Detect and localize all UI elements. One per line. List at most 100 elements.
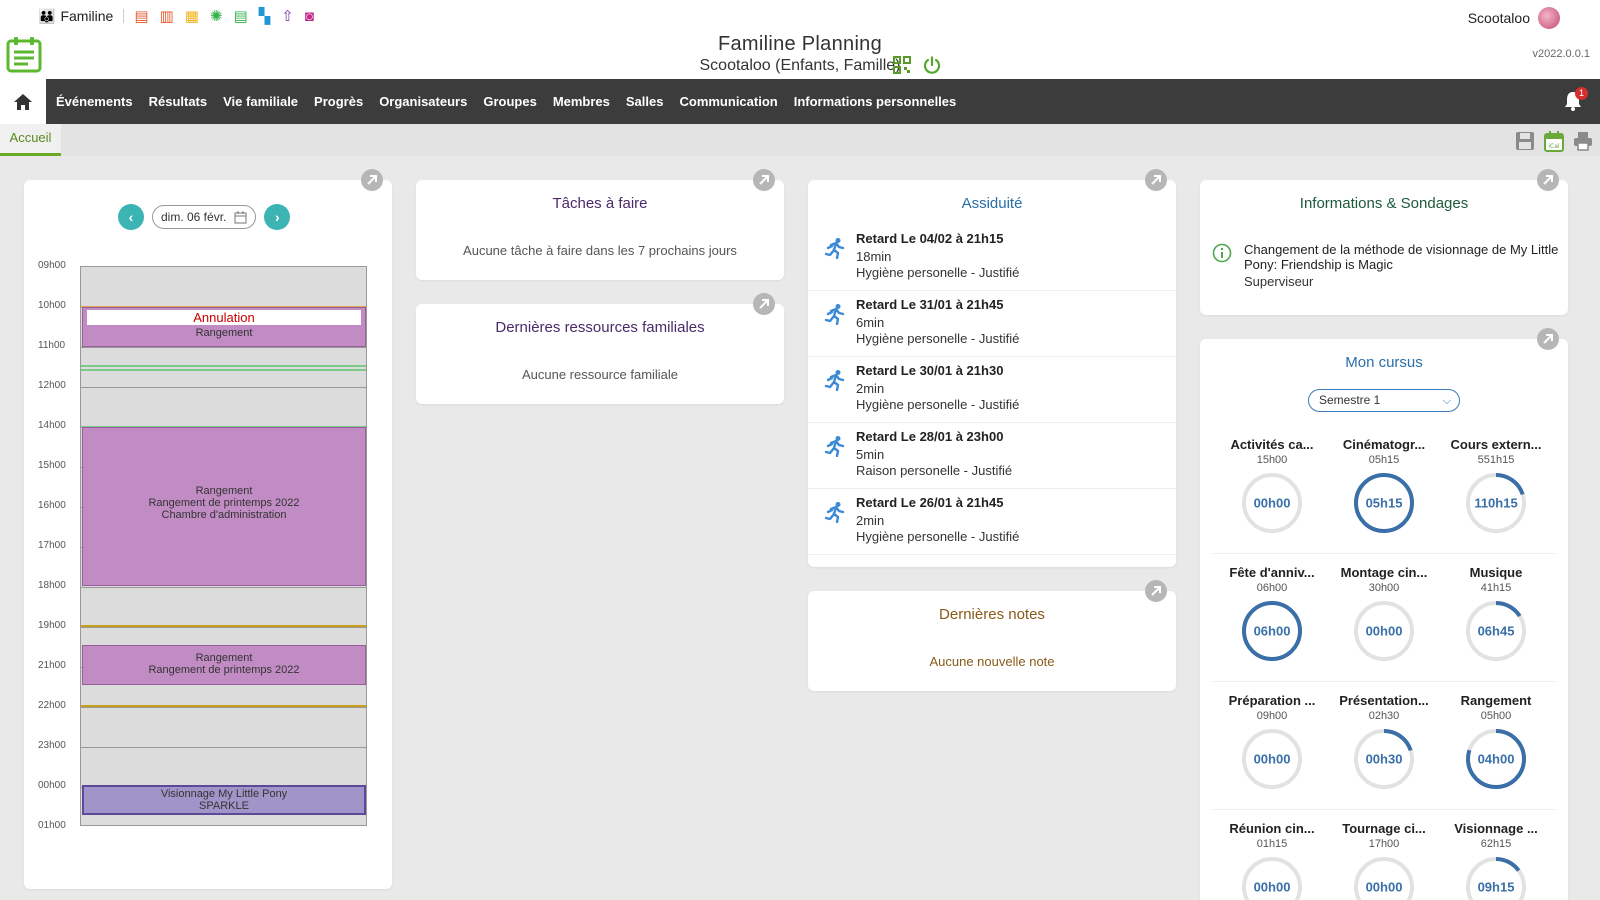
event-line: Rangement [195, 652, 253, 664]
cursus-item-name: Cinématogr... [1342, 437, 1426, 452]
cursus-item[interactable]: Montage cin... 30h00 00h00 [1328, 565, 1440, 664]
tasks-title: Tâches à faire [552, 195, 648, 212]
ical-icon[interactable]: iCal [1543, 130, 1565, 152]
hour-label: 15h00 [38, 460, 66, 471]
calendar-event[interactable]: Rangement Rangement de printemps 2022 [82, 645, 366, 685]
list-icon[interactable]: ▤ [233, 9, 247, 24]
notifications-button[interactable]: 1 [1562, 87, 1588, 112]
resources-expand-button[interactable] [753, 293, 775, 315]
upload-icon[interactable]: ⇧ [281, 9, 294, 24]
nav-item[interactable]: Salles [618, 79, 672, 124]
cursus-item[interactable]: Musique 41h15 06h45 [1440, 565, 1552, 664]
cursus-item[interactable]: Préparation ... 09h00 00h00 [1216, 693, 1328, 792]
arrow-expand-icon [367, 175, 377, 185]
contact-icon[interactable]: ◙ [305, 9, 314, 24]
cursus-item[interactable]: Activités ca... 15h00 00h00 [1216, 437, 1328, 536]
date-picker[interactable]: dim. 06 févr. [152, 205, 257, 229]
next-day-button[interactable]: › [264, 204, 291, 230]
document-icon[interactable]: ▤ [134, 9, 148, 24]
cursus-item[interactable]: Tournage ci... 17h00 00h00 [1328, 821, 1440, 900]
tab-accueil[interactable]: Accueil [0, 124, 61, 156]
nav-item[interactable]: Informations personnelles [786, 79, 965, 124]
user-menu[interactable]: Scootaloo [1468, 7, 1560, 29]
attendance-item-title: Retard Le 28/01 à 23h00 [856, 429, 1004, 444]
hour-label: 16h00 [38, 500, 66, 511]
nav-item[interactable]: Vie familiale [215, 79, 306, 124]
attendance-panel: Assiduité Retard Le 04/02 à 21h15 18min Hy… [808, 180, 1176, 567]
calendar-event[interactable]: Annulation Rangement [82, 307, 366, 347]
print-icon[interactable] [1572, 130, 1594, 152]
cursus-item-total: 551h15 [1477, 454, 1515, 466]
schedule-marker-line [81, 625, 366, 627]
page-title: Familine Planning [717, 33, 883, 55]
attendance-item[interactable]: Retard Le 30/01 à 21h30 2min Hygiène perso… [808, 357, 1176, 423]
event-line: Visionnage My Little Pony [160, 788, 288, 800]
notes-expand-button[interactable] [1145, 580, 1167, 602]
progress-ring: 00h30 [1354, 729, 1414, 789]
power-icon[interactable] [923, 56, 941, 74]
home-button[interactable] [0, 79, 46, 124]
nav-item[interactable]: Groupes [475, 79, 544, 124]
attendance-item-reason: Hygiène personelle - Justifié [856, 331, 1020, 346]
cursus-item[interactable]: Réunion cin... 01h15 00h00 [1216, 821, 1328, 900]
nav-item[interactable]: Événements [46, 79, 141, 124]
cursus-item-name: Activités ca... [1230, 437, 1314, 452]
nav-item[interactable]: Résultats [141, 79, 216, 124]
current-date: dim. 06 févr. [161, 210, 227, 224]
attendance-expand-button[interactable] [1145, 169, 1167, 191]
attendance-item[interactable]: Retard Le 28/01 à 23h00 5min Raison person… [808, 423, 1176, 489]
hour-label: 18h00 [38, 580, 66, 591]
attendance-item[interactable]: Retard Le 04/02 à 21h15 18min Hygiène pers… [808, 225, 1176, 291]
save-icon[interactable] [1514, 130, 1536, 152]
cursus-expand-button[interactable] [1537, 328, 1559, 350]
sitemap-icon[interactable]: ▚ [259, 9, 271, 24]
brand-link[interactable]: 👪 Familine [38, 8, 113, 25]
schedule-marker-line [81, 705, 366, 707]
schedule-marker-line [81, 365, 366, 367]
hour-gridline [81, 707, 366, 708]
cursus-item[interactable]: Fête d'anniv... 06h00 06h00 [1216, 565, 1328, 664]
attendance-item[interactable]: Retard Le 31/01 à 21h45 6min Hygiène perso… [808, 291, 1176, 357]
attendance-item-duration: 18min [856, 249, 892, 264]
cursus-item[interactable]: Visionnage ... 62h15 09h15 [1440, 821, 1552, 900]
app-switcher: ▤ ▥ ▦ ✺ ▤ ▚ ⇧ ◙ [134, 9, 314, 24]
cursus-item-total: 62h15 [1480, 838, 1512, 850]
atom-icon[interactable]: ✺ [210, 9, 223, 24]
cursus-item-name: Présentation... [1339, 693, 1429, 708]
previous-day-button[interactable]: ‹ [118, 204, 144, 230]
cursus-item-total: 17h00 [1368, 838, 1400, 850]
book-icon[interactable]: ▥ [160, 9, 174, 24]
cursus-item[interactable]: Présentation... 02h30 00h30 [1328, 693, 1440, 792]
running-person-icon [824, 304, 845, 325]
event-line: Rangement de printemps 2022 [148, 664, 300, 676]
cursus-item[interactable]: Cinématogr... 05h15 05h15 [1328, 437, 1440, 536]
attendance-item[interactable]: Retard Le 26/01 à 21h45 2min Hygiène perso… [808, 489, 1176, 555]
attendance-item-reason: Raison personelle - Justifié [856, 463, 1013, 478]
avatar[interactable] [1538, 7, 1560, 29]
semester-select[interactable]: Semestre 1 ⌵ [1308, 389, 1460, 412]
event-status: Annulation [87, 310, 361, 325]
cursus-item-name: Réunion cin... [1229, 821, 1315, 836]
user-name: Scootaloo [1467, 10, 1530, 26]
cursus-item[interactable]: Cours extern... 551h15 110h15 [1440, 437, 1552, 536]
cursus-item-done: 00h00 [1366, 880, 1403, 895]
nav-item[interactable]: Membres [545, 79, 618, 124]
info-expand-button[interactable] [1537, 169, 1559, 191]
cursus-item-name: Tournage ci... [1342, 821, 1426, 836]
nav-item[interactable]: Communication [671, 79, 785, 124]
info-message[interactable]: Changement de la méthode de visionnage d… [1244, 242, 1559, 272]
arrow-expand-icon [759, 175, 769, 185]
calendar-expand-button[interactable] [361, 169, 383, 191]
tasks-expand-button[interactable] [753, 169, 775, 191]
attendance-item-reason: Hygiène personelle - Justifié [856, 397, 1020, 412]
nav-item[interactable]: Organisateurs [371, 79, 475, 124]
qr-code-icon[interactable] [893, 56, 911, 74]
calendar-event[interactable]: Rangement Rangement de printemps 2022 Ch… [82, 427, 366, 586]
cursus-item[interactable]: Rangement 05h00 04h00 [1440, 693, 1552, 792]
attendance-item-duration: 2min [856, 381, 885, 396]
library-icon[interactable]: ▦ [185, 9, 199, 24]
cursus-row-separator [1212, 809, 1556, 810]
calendar-event[interactable]: Visionnage My Little Pony SPARKLE [82, 785, 366, 815]
attendance-item-title: Retard Le 30/01 à 21h30 [856, 363, 1004, 378]
nav-item[interactable]: Progrès [306, 79, 371, 124]
